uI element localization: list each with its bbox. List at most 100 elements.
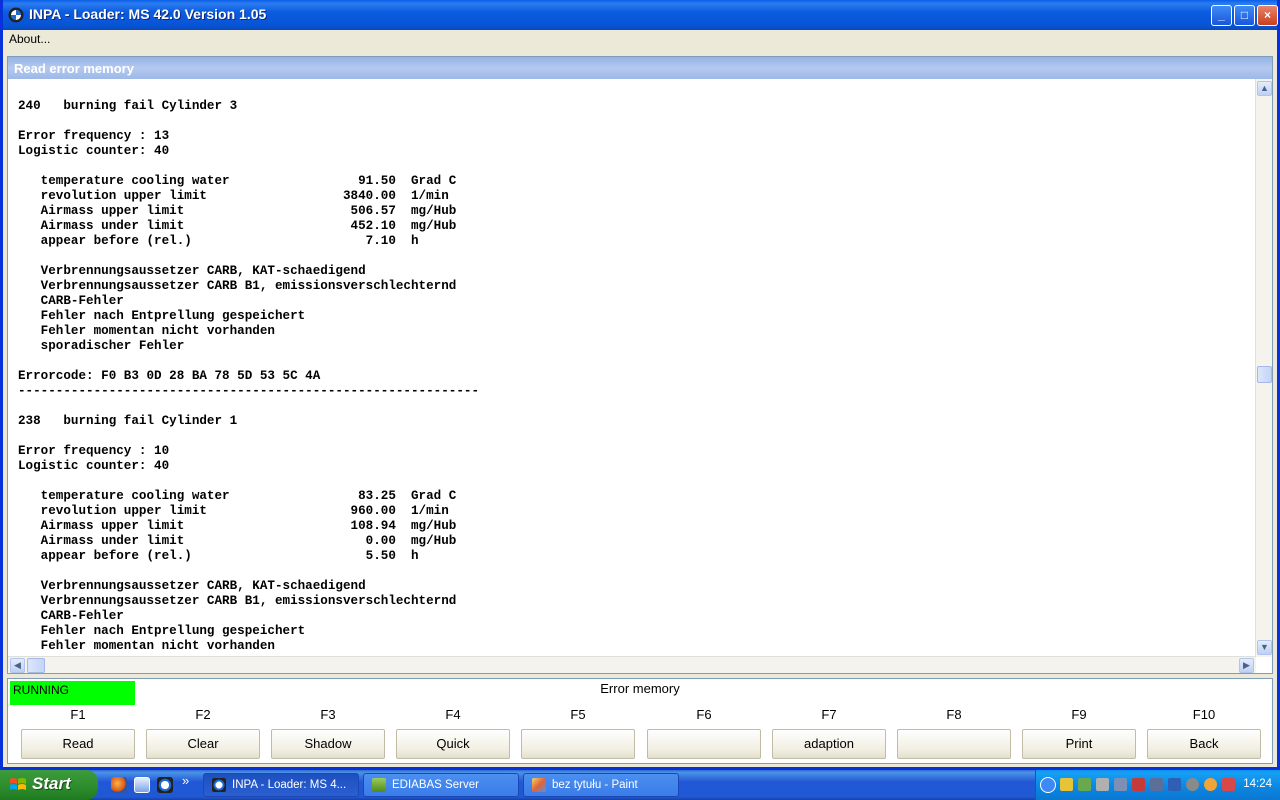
error-text-line: appear before (rel.) 5.50 h bbox=[18, 549, 419, 563]
monitor-icon[interactable] bbox=[1114, 778, 1127, 791]
close-button[interactable]: × bbox=[1257, 5, 1278, 26]
tray-expand-icon[interactable] bbox=[1040, 777, 1056, 793]
error-text-line: Verbrennungsaussetzer CARB B1, emissions… bbox=[18, 279, 457, 293]
app-window: INPA - Loader: MS 42.0 Version 1.05 _ □ … bbox=[0, 0, 1280, 770]
error-text-line: Fehler nach Entprellung gespeichert bbox=[18, 624, 306, 638]
task-label: INPA - Loader: MS 4... bbox=[232, 779, 347, 791]
error-text-line bbox=[18, 429, 479, 444]
error-text-line: ----------------------------------------… bbox=[18, 384, 480, 398]
fkey-button-f5[interactable] bbox=[521, 729, 635, 759]
fkey-button-f6[interactable] bbox=[647, 729, 761, 759]
shield-icon[interactable] bbox=[1060, 778, 1073, 791]
maximize-button[interactable]: □ bbox=[1234, 5, 1255, 26]
fkey-button-f10[interactable]: Back bbox=[1147, 729, 1261, 759]
error-text-line: temperature cooling water 91.50 Grad C bbox=[18, 174, 457, 188]
scroll-right-icon[interactable]: ▶ bbox=[1239, 658, 1254, 673]
error-memory-panel: Read error memory 240 burning fail Cylin… bbox=[7, 56, 1273, 674]
task-inpa[interactable]: INPA - Loader: MS 4... bbox=[203, 773, 359, 797]
error-text: 240 burning fail Cylinder 3 Error frequen… bbox=[18, 99, 479, 654]
volume-icon[interactable] bbox=[1222, 778, 1235, 791]
start-label: Start bbox=[32, 774, 71, 793]
error-text-line: sporadischer Fehler bbox=[18, 339, 185, 353]
error-text-line: Fehler momentan nicht vorhanden bbox=[18, 324, 275, 338]
minimize-icon: _ bbox=[1218, 8, 1225, 22]
error-text-line: Verbrennungsaussetzer CARB, KAT-schaedig… bbox=[18, 264, 366, 278]
error-text-line: Airmass upper limit 506.57 mg/Hub bbox=[18, 204, 457, 218]
task-label: bez tytułu - Paint bbox=[552, 779, 638, 791]
start-button[interactable]: Start bbox=[0, 770, 98, 800]
fkey-button-f3[interactable]: Shadow bbox=[271, 729, 385, 759]
error-text-line: revolution upper limit 3840.00 1/min bbox=[18, 189, 449, 203]
error-text-area[interactable]: 240 burning fail Cylinder 3 Error frequen… bbox=[8, 79, 1256, 657]
minimize-button[interactable]: _ bbox=[1211, 5, 1232, 26]
maximize-icon: □ bbox=[1240, 8, 1249, 22]
connection-icon[interactable] bbox=[1150, 778, 1163, 791]
task-ediabas[interactable]: EDIABAS Server bbox=[363, 773, 519, 797]
fkey-label-f3: F3 bbox=[320, 707, 336, 722]
horizontal-scrollbar[interactable]: ◀ ▶ bbox=[8, 656, 1256, 673]
desktop-icon[interactable] bbox=[134, 777, 150, 793]
error-text-line bbox=[18, 564, 479, 579]
error-text-line: Logistic counter: 40 bbox=[18, 144, 170, 158]
bmw-logo-icon bbox=[8, 7, 24, 23]
fkey-label-f10: F10 bbox=[1192, 707, 1216, 722]
error-text-line: Error frequency : 13 bbox=[18, 129, 170, 143]
scroll-down-icon[interactable]: ▼ bbox=[1257, 640, 1272, 655]
clock-icon[interactable] bbox=[1204, 778, 1217, 791]
bmw-quicklaunch-icon[interactable] bbox=[157, 777, 173, 793]
horizontal-scroll-thumb[interactable] bbox=[27, 658, 45, 673]
panel-title: Read error memory bbox=[14, 61, 134, 76]
panel-header: Read error memory bbox=[8, 57, 1272, 79]
error-text-line: Error frequency : 10 bbox=[18, 444, 170, 458]
error-text-line bbox=[18, 114, 479, 129]
menu-bar: About... bbox=[3, 30, 1277, 48]
network-icon[interactable] bbox=[1078, 778, 1091, 791]
status-title: Error memory bbox=[600, 681, 680, 696]
printer-icon[interactable] bbox=[1096, 778, 1109, 791]
error-text-line: Airmass upper limit 108.94 mg/Hub bbox=[18, 519, 457, 533]
fkey-label-f1: F1 bbox=[70, 707, 86, 722]
fkey-button-f7[interactable]: adaption bbox=[772, 729, 886, 759]
fkey-button-f9[interactable]: Print bbox=[1022, 729, 1136, 759]
fkey-label-f9: F9 bbox=[1071, 707, 1087, 722]
fkey-label-f5: F5 bbox=[570, 707, 586, 722]
help-icon[interactable] bbox=[1186, 778, 1199, 791]
error-text-line bbox=[18, 354, 479, 369]
vertical-scrollbar[interactable]: ▲ ▼ bbox=[1255, 79, 1272, 657]
bmw-task-icon bbox=[212, 778, 226, 792]
scroll-up-icon[interactable]: ▲ bbox=[1257, 81, 1272, 96]
clock: 14:24 bbox=[1243, 778, 1272, 790]
warning-icon[interactable] bbox=[1132, 778, 1145, 791]
firefox-icon[interactable] bbox=[111, 777, 127, 793]
fkey-label-f8: F8 bbox=[946, 707, 962, 722]
task-label: EDIABAS Server bbox=[392, 779, 479, 791]
quicklaunch-more-icon[interactable]: » bbox=[182, 773, 189, 788]
fkey-button-f2[interactable]: Clear bbox=[146, 729, 260, 759]
fkey-label-f7: F7 bbox=[821, 707, 837, 722]
scroll-left-icon[interactable]: ◀ bbox=[10, 658, 25, 673]
error-text-line: CARB-Fehler bbox=[18, 609, 124, 623]
title-bar[interactable]: INPA - Loader: MS 42.0 Version 1.05 _ □ … bbox=[3, 0, 1278, 30]
error-text-line bbox=[18, 399, 479, 414]
vertical-scroll-thumb[interactable] bbox=[1257, 366, 1272, 383]
fkey-button-f4[interactable]: Quick bbox=[396, 729, 510, 759]
fkey-label-f4: F4 bbox=[445, 707, 461, 722]
error-text-line: temperature cooling water 83.25 Grad C bbox=[18, 489, 457, 503]
fkey-label-f2: F2 bbox=[195, 707, 211, 722]
task-paint[interactable]: bez tytułu - Paint bbox=[523, 773, 679, 797]
taskbar: Start » INPA - Loader: MS 4... EDIABAS S… bbox=[0, 770, 1280, 800]
paint-icon bbox=[532, 778, 546, 792]
windows-flag-icon bbox=[10, 778, 26, 790]
error-text-line: CARB-Fehler bbox=[18, 294, 124, 308]
menu-about[interactable]: About... bbox=[9, 32, 50, 46]
fkey-button-f8[interactable] bbox=[897, 729, 1011, 759]
error-text-line: revolution upper limit 960.00 1/min bbox=[18, 504, 449, 518]
error-text-line: Verbrennungsaussetzer CARB B1, emissions… bbox=[18, 594, 457, 608]
close-icon: × bbox=[1263, 8, 1271, 22]
status-panel: RUNNING Error memory F1 Read F2 Clear F3 Shad… bbox=[7, 678, 1273, 764]
error-text-line bbox=[18, 474, 479, 489]
error-text-line bbox=[18, 249, 479, 264]
system-tray: 14:24 bbox=[1035, 770, 1280, 800]
bluetooth-icon[interactable] bbox=[1168, 778, 1181, 791]
fkey-button-f1[interactable]: Read bbox=[21, 729, 135, 759]
